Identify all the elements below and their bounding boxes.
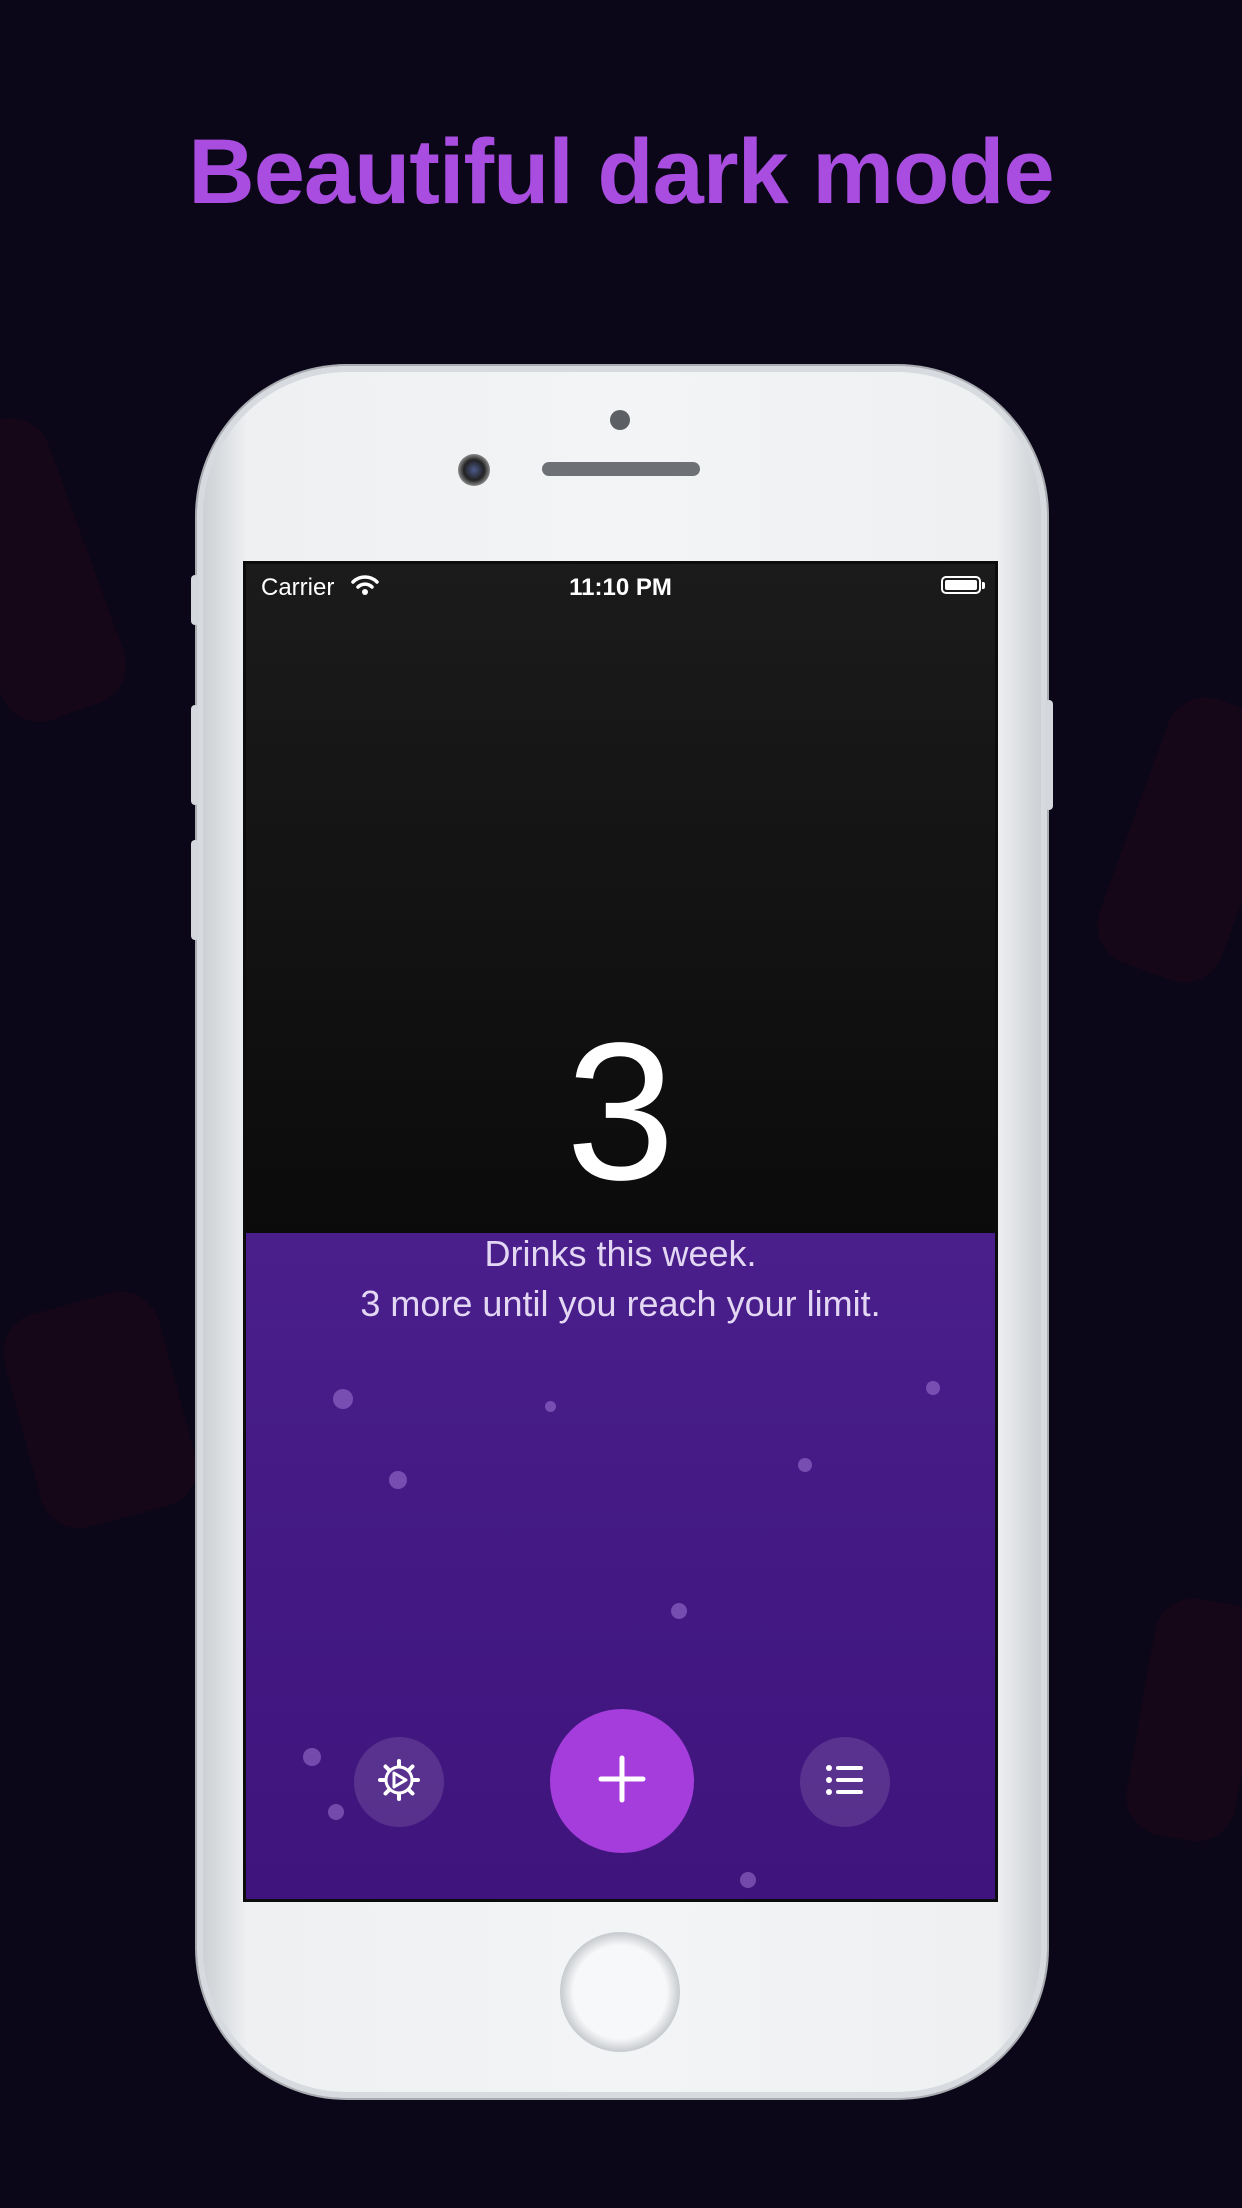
bubble bbox=[798, 1458, 812, 1472]
list-icon bbox=[825, 1763, 865, 1802]
count-panel: Carrier 11:10 PM 3 bbox=[246, 564, 995, 1233]
bubble bbox=[303, 1748, 321, 1766]
bubble bbox=[389, 1471, 407, 1489]
bubble bbox=[740, 1872, 756, 1888]
drinks-caption: Drinks this week. bbox=[484, 1233, 757, 1274]
plus-icon bbox=[597, 1754, 647, 1809]
background-bottle-shape bbox=[1086, 686, 1242, 994]
headline: Beautiful dark mode bbox=[188, 121, 1054, 223]
history-button[interactable] bbox=[800, 1737, 890, 1827]
summary-panel: Drinks this week. 3 more until you reach… bbox=[246, 1233, 995, 1899]
limit-caption: 3 more until you reach your limit. bbox=[360, 1283, 881, 1324]
proximity-sensor bbox=[610, 410, 630, 430]
background-bottle-shape bbox=[0, 406, 138, 734]
bubble bbox=[545, 1401, 556, 1412]
volume-down-button bbox=[191, 840, 199, 940]
status-bar: Carrier 11:10 PM bbox=[246, 564, 995, 610]
background-bottle-shape bbox=[0, 1283, 206, 1537]
mute-switch bbox=[191, 575, 199, 625]
volume-up-button bbox=[191, 705, 199, 805]
settings-button[interactable] bbox=[354, 1737, 444, 1827]
bubble bbox=[926, 1381, 940, 1395]
background-bottle-shape bbox=[1119, 1592, 1242, 1848]
bubble bbox=[328, 1804, 344, 1820]
battery-icon bbox=[941, 576, 985, 594]
battery-level bbox=[945, 580, 977, 590]
drink-count: 3 bbox=[565, 1002, 675, 1221]
app-screen: Carrier 11:10 PM 3 Drinks this week. 3 m… bbox=[243, 561, 998, 1902]
add-drink-button[interactable] bbox=[550, 1709, 694, 1853]
power-button bbox=[1045, 700, 1053, 810]
home-button[interactable] bbox=[560, 1932, 680, 2052]
gear-icon bbox=[377, 1758, 421, 1807]
bubble bbox=[671, 1603, 687, 1619]
earpiece-speaker bbox=[542, 462, 700, 476]
clock: 11:10 PM bbox=[569, 574, 672, 601]
bubble bbox=[333, 1389, 353, 1409]
front-camera bbox=[458, 454, 490, 486]
